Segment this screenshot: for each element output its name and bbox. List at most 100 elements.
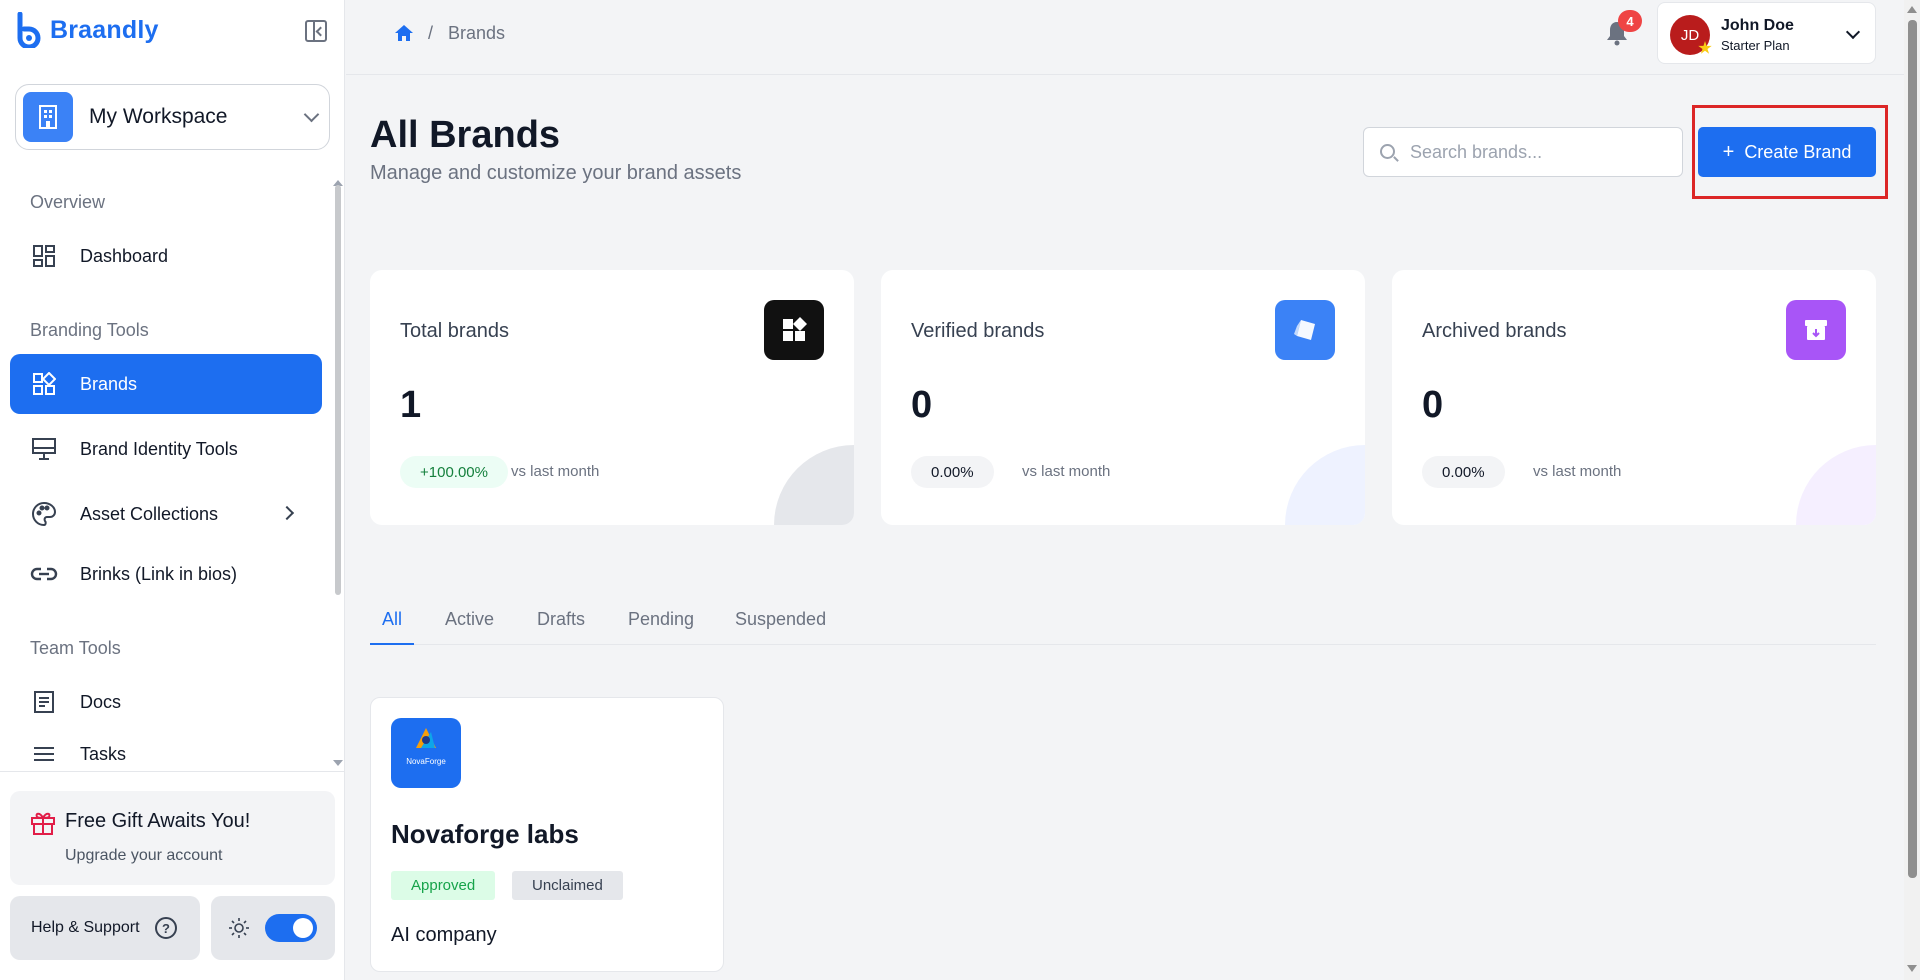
home-icon[interactable] — [394, 24, 414, 42]
user-plan: Starter Plan — [1721, 38, 1790, 53]
collapse-sidebar-icon[interactable] — [305, 20, 327, 42]
sidebar-item-label: Brand Identity Tools — [80, 438, 238, 459]
question-circle-icon: ? — [155, 917, 177, 939]
decorative-circle — [1796, 445, 1876, 525]
create-brand-button[interactable]: + Create Brand — [1698, 127, 1876, 177]
gift-icon — [31, 812, 55, 835]
sidebar-item-label: Dashboard — [80, 245, 169, 266]
chevron-down-icon — [1845, 24, 1861, 40]
sidebar-item-docs[interactable]: Docs — [10, 672, 322, 732]
stat-change: 0.00% — [1422, 456, 1505, 488]
brand-card[interactable]: NovaForge Novaforge labs Approved Unclai… — [370, 697, 724, 972]
sun-icon — [229, 918, 249, 938]
sidebar-item-label: Asset Collections — [80, 503, 219, 524]
brand-name: Novaforge labs — [391, 819, 579, 849]
tab-drafts[interactable]: Drafts — [525, 603, 597, 645]
tab-suspended[interactable]: Suspended — [723, 603, 838, 645]
theme-toggle-box — [211, 896, 335, 960]
gift-card[interactable]: Free Gift Awaits You! Upgrade your accou… — [10, 791, 335, 885]
document-icon — [30, 688, 58, 716]
stat-vs-label: vs last month — [1022, 463, 1111, 480]
building-icon — [23, 92, 73, 142]
notification-badge: 4 — [1618, 10, 1642, 32]
stat-card-verified: Verified brands 0 0.00% vs last month — [881, 270, 1365, 525]
plus-icon: + — [1722, 140, 1735, 163]
app-name: Braandly — [50, 15, 159, 44]
brand-logo: NovaForge — [391, 718, 461, 788]
logo[interactable]: Braandly — [14, 12, 159, 48]
tab-pending[interactable]: Pending — [616, 603, 706, 645]
palette-icon — [30, 500, 58, 528]
sidebar-nav[interactable]: Overview Dashboard Branding Tools Brands — [0, 178, 345, 768]
breadcrumb-current: Brands — [448, 23, 506, 43]
page-subtitle: Manage and customize your brand assets — [370, 162, 742, 184]
user-name: John Doe — [1721, 17, 1794, 34]
tab-active[interactable]: Active — [433, 603, 506, 645]
stat-vs-label: vs last month — [1533, 463, 1622, 480]
sidebar-item-dashboard[interactable]: Dashboard — [10, 226, 322, 286]
novaforge-logo-icon — [416, 728, 436, 748]
sidebar-item-brands[interactable]: Brands — [10, 354, 322, 414]
tab-all[interactable]: All — [370, 603, 415, 645]
link-icon — [30, 560, 58, 588]
gift-subtitle: Upgrade your account — [65, 847, 223, 864]
help-support-label: Help & Support — [31, 919, 140, 936]
decorative-circle — [774, 445, 854, 525]
sidebar-item-tasks[interactable]: Tasks — [10, 724, 322, 768]
workspace-label: My Workspace — [89, 105, 228, 128]
sidebar-item-asset-collections[interactable]: Asset Collections — [10, 484, 322, 544]
stat-change: +100.00% — [400, 456, 508, 488]
stat-label: Archived brands — [1422, 320, 1567, 342]
tag-icon — [1275, 300, 1335, 360]
stat-label: Verified brands — [911, 320, 1045, 342]
grid-icon — [764, 300, 824, 360]
search-icon — [1380, 144, 1395, 159]
sidebar-item-brinks[interactable]: Brinks (Link in bios) — [10, 544, 322, 604]
section-overview: Overview — [30, 192, 106, 212]
theme-toggle[interactable] — [265, 914, 317, 942]
monitor-icon — [30, 435, 58, 463]
topbar: / Brands 4 JD John Doe Starter Plan — [346, 0, 1904, 75]
braandly-logo-icon — [17, 12, 41, 48]
sidebar-item-label: Tasks — [80, 743, 127, 764]
user-menu[interactable]: JD John Doe Starter Plan — [1657, 2, 1876, 64]
chevron-down-icon — [303, 106, 320, 123]
search-input[interactable] — [1410, 128, 1670, 176]
stat-card-total: Total brands 1 +100.00% vs last month — [370, 270, 854, 525]
stat-value: 0 — [911, 384, 933, 426]
create-brand-label: Create Brand — [1744, 141, 1852, 162]
gift-title: Free Gift Awaits You! — [65, 810, 251, 832]
brands-icon — [30, 370, 58, 398]
archive-icon — [1786, 300, 1846, 360]
scroll-down-arrow-icon[interactable] — [333, 760, 343, 766]
brand-logo-text: NovaForge — [406, 757, 446, 766]
brand-description: AI company — [391, 924, 497, 946]
list-icon — [30, 740, 58, 768]
sidebar-divider — [0, 771, 345, 772]
breadcrumb-separator: / — [428, 23, 434, 43]
sidebar: Braandly My Workspace Overview Dashboard… — [0, 0, 345, 980]
sidebar-item-label: Brinks (Link in bios) — [80, 563, 238, 584]
status-badge-approved: Approved — [391, 871, 496, 900]
search-box — [1363, 127, 1683, 177]
status-badge-unclaimed: Unclaimed — [512, 871, 623, 900]
sidebar-scrollbar[interactable] — [335, 185, 341, 595]
sidebar-item-brand-identity-tools[interactable]: Brand Identity Tools — [10, 419, 322, 479]
stat-value: 1 — [400, 384, 422, 426]
decorative-circle — [1285, 445, 1365, 525]
stat-value: 0 — [1422, 384, 1444, 426]
sidebar-item-label: Brands — [80, 373, 138, 394]
stat-label: Total brands — [400, 320, 509, 342]
stat-card-archived: Archived brands 0 0.00% vs last month — [1392, 270, 1876, 525]
stat-vs-label: vs last month — [511, 463, 600, 480]
scroll-down-arrow-icon[interactable] — [1907, 965, 1917, 972]
stat-change: 0.00% — [911, 456, 994, 488]
chevron-right-icon — [279, 505, 295, 521]
page-scrollbar-thumb[interactable] — [1908, 20, 1917, 878]
page-title: All Brands — [370, 114, 561, 156]
scroll-up-arrow-icon[interactable] — [1907, 6, 1917, 13]
workspace-selector[interactable]: My Workspace — [15, 84, 330, 150]
dashboard-icon — [30, 242, 58, 270]
section-branding-tools: Branding Tools — [30, 320, 149, 340]
help-support-button[interactable]: Help & Support ? — [10, 896, 200, 960]
